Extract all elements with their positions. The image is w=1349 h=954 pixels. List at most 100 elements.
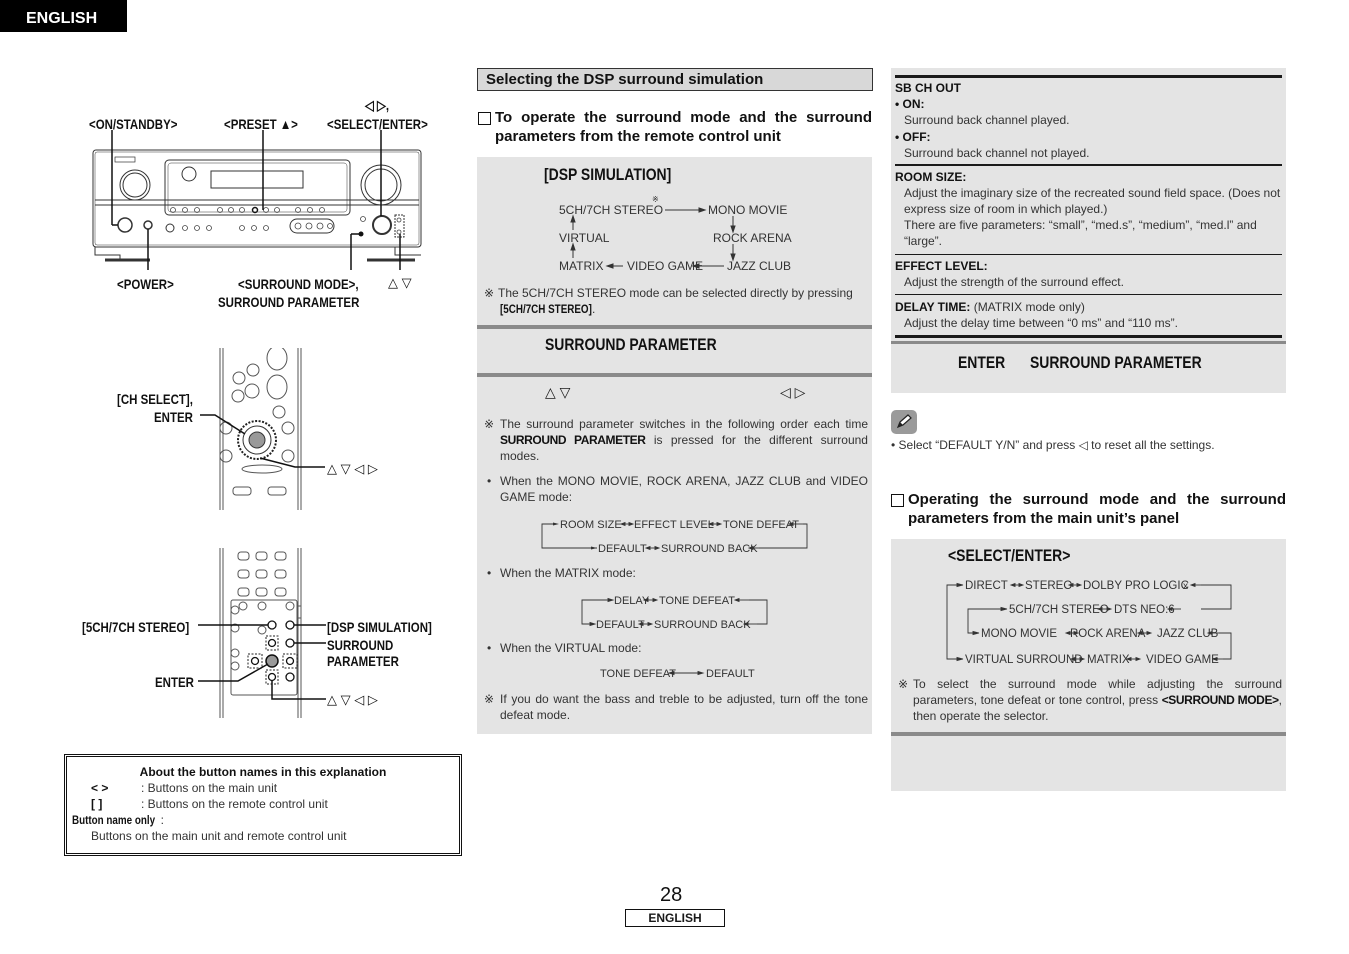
label-remote1-arrows: △ ▽ ◁ ▷ bbox=[327, 461, 378, 476]
button-names-info-box: About the button names in this explanati… bbox=[64, 754, 462, 856]
sb-ch-out-off-text: Surround back channel not played. bbox=[904, 146, 1090, 160]
info-row-remote-symbol: [ ] bbox=[91, 797, 103, 811]
stereo-note-mark: ※ bbox=[652, 195, 659, 204]
enter-box-title: SURROUND PARAMETER bbox=[1030, 353, 1202, 372]
label-surround: SURROUND bbox=[327, 637, 394, 653]
remote-control-illustration-bottom bbox=[198, 548, 326, 718]
dsp-simulation-box: [DSP SIMULATION] 5CH/7CH STEREO ※ MONO M… bbox=[477, 157, 872, 325]
sb-ch-out-title: SB CH OUT bbox=[895, 81, 961, 95]
footer-language: ENGLISH bbox=[625, 909, 725, 927]
delay-time-heading: DELAY TIME: (MATRIX mode only) bbox=[895, 299, 1085, 315]
note-mark-icon: ※ bbox=[484, 286, 495, 300]
checkbox-bullet-icon bbox=[891, 494, 904, 507]
param-surround-back: SURROUND BACK bbox=[654, 619, 751, 631]
main-unit-subhead-text: Operating the surround mode and the surr… bbox=[908, 491, 1286, 527]
divider bbox=[895, 335, 1282, 338]
reset-tip: • Select “DEFAULT Y/N” and press ◁ to re… bbox=[891, 438, 1215, 452]
label-remote2-enter: ENTER bbox=[155, 674, 194, 690]
language-tab-label: ENGLISH bbox=[26, 10, 98, 27]
surround-mode-note-button: <SURROUND MODE> bbox=[1161, 693, 1279, 707]
param-effect-level: EFFECT LEVEL bbox=[634, 519, 714, 531]
param-note-button: SURROUND PARAMETER bbox=[500, 433, 646, 447]
divider bbox=[895, 164, 1282, 166]
dsp-note-end: . bbox=[592, 302, 596, 316]
sb-ch-out-off-label: • OFF: bbox=[895, 130, 931, 144]
room-size-title: ROOM SIZE: bbox=[895, 170, 967, 184]
param-order-note: ※ The surround parameter switches in the… bbox=[484, 416, 868, 464]
delay-time-text: Adjust the delay time between “0 ms” and… bbox=[904, 316, 1178, 330]
main-unit-subhead: Operating the surround mode and the surr… bbox=[891, 490, 1286, 528]
bullet-mono-text: When the MONO MOVIE, ROCK ARENA, JAZZ CL… bbox=[500, 474, 868, 504]
dsp-simulation-title: [DSP SIMULATION] bbox=[544, 165, 672, 184]
info-button-name-only-text: Buttons on the main unit and remote cont… bbox=[91, 829, 347, 843]
left-right-arrows-icon: ◁ ▷ bbox=[780, 384, 806, 400]
mode-rock-arena: ROCK ARENA bbox=[1070, 628, 1146, 640]
bullet-icon: • bbox=[487, 566, 492, 580]
label-remote1-enter: ENTER bbox=[154, 409, 193, 425]
divider bbox=[895, 294, 1282, 295]
note-mark-icon: ※ bbox=[484, 417, 495, 431]
remote-subhead: To operate the surround mode and the sur… bbox=[478, 108, 872, 146]
dsp-note-text: The 5CH/7CH STEREO mode can be selected … bbox=[498, 286, 853, 300]
sb-ch-out-on-text: Surround back channel played. bbox=[904, 113, 1070, 127]
info-row-remote-text: : Buttons on the remote control unit bbox=[141, 797, 328, 811]
label-parameter: PARAMETER bbox=[327, 653, 399, 669]
param-tone-defeat: TONE DEFEAT bbox=[659, 595, 735, 607]
bullet-matrix: • When the MATRIX mode: bbox=[487, 565, 636, 581]
page-number: 28 bbox=[660, 884, 683, 906]
label-surround-mode: <SURROUND MODE>, bbox=[238, 276, 359, 292]
param-default: DEFAULT bbox=[596, 619, 645, 631]
bullet-matrix-text: When the MATRIX mode: bbox=[500, 566, 636, 580]
effect-level-title: EFFECT LEVEL: bbox=[895, 259, 988, 273]
bullet-icon: • bbox=[487, 474, 492, 488]
mode-jazz-club: JAZZ CLUB bbox=[727, 259, 791, 273]
select-enter-title: <SELECT/ENTER> bbox=[948, 546, 1071, 565]
label-surround-parameter: SURROUND PARAMETER bbox=[218, 294, 360, 310]
room-size-text: Adjust the imaginary size of the recreat… bbox=[904, 186, 1281, 216]
note-mark-icon: ※ bbox=[898, 677, 909, 691]
note-mark-icon: ※ bbox=[484, 692, 495, 706]
label-select-arrows: ◁ ▷, bbox=[365, 97, 390, 113]
receiver-front-panel-illustration bbox=[92, 130, 422, 270]
bullet-virtual: • When the VIRTUAL mode: bbox=[487, 640, 641, 656]
label-dsp-simulation: [DSP SIMULATION] bbox=[327, 619, 432, 635]
mode-dolby-suffix: x bbox=[1183, 581, 1188, 592]
main-unit-mode-cycle: DIRECT STEREO DOLBY PRO LOGIC x 5CH/7CH … bbox=[946, 580, 1232, 666]
mode-stereo: STEREO bbox=[1025, 580, 1072, 592]
sb-ch-out-on-label: • ON: bbox=[895, 97, 925, 111]
matrix-parameter-cycle: DELAY TONE DEFEAT DEFAULT SURROUND BACK bbox=[581, 595, 768, 631]
remote-subhead-text: To operate the surround mode and the sur… bbox=[495, 109, 872, 145]
enter-label: ENTER bbox=[958, 353, 1006, 372]
mono-modes-parameter-cycle: ROOM SIZE EFFECT LEVEL TONE DEFEAT DEFAU… bbox=[541, 519, 808, 555]
label-remote2-arrows: △ ▽ ◁ ▷ bbox=[327, 692, 378, 707]
select-enter-box: <SELECT/ENTER> DIRECT STEREO DOLBY PRO L… bbox=[891, 539, 1286, 732]
surround-mode-note: ※ To select the surround mode while adju… bbox=[898, 676, 1282, 724]
section-title-bar: Selecting the DSP surround simulation bbox=[477, 68, 873, 91]
mode-5ch-7ch-stereo: 5CH/7CH STEREO bbox=[559, 203, 663, 217]
dsp-note: ※ The 5CH/7CH STEREO mode can be selected… bbox=[484, 285, 868, 317]
mode-video-game: VIDEO GAME bbox=[1146, 654, 1219, 666]
language-tab: ENGLISH bbox=[0, 0, 127, 32]
mode-direct: DIRECT bbox=[965, 580, 1008, 592]
virtual-parameter-cycle: TONE DEFEAT DEFAULT bbox=[600, 668, 755, 680]
mode-rock-arena: ROCK ARENA bbox=[713, 231, 792, 245]
empty-gray-panel bbox=[891, 736, 1286, 791]
delay-time-title: DELAY TIME: bbox=[895, 300, 971, 314]
dsp-mode-cycle-diagram: 5CH/7CH STEREO ※ MONO MOVIE VIRTUAL ROCK… bbox=[559, 195, 792, 273]
label-up-down: △ ▽ bbox=[388, 275, 412, 290]
pencil-icon bbox=[891, 410, 917, 434]
parameter-descriptions-box: SB CH OUT • ON: Surround back channel pl… bbox=[891, 68, 1286, 341]
divider bbox=[895, 75, 1282, 78]
mode-dts-neo6: DTS NEO:6 bbox=[1114, 604, 1175, 616]
label-5ch-7ch-stereo: [5CH/7CH STEREO] bbox=[82, 619, 190, 635]
label-power: <POWER> bbox=[117, 276, 174, 292]
surround-parameter-box: SURROUND PARAMETER bbox=[477, 329, 872, 373]
remote-control-illustration-top bbox=[200, 348, 325, 510]
info-row-main-symbol: < > bbox=[91, 781, 109, 795]
bullet-mono-modes: • When the MONO MOVIE, ROCK ARENA, JAZZ … bbox=[487, 473, 868, 505]
param-default: DEFAULT bbox=[706, 668, 755, 680]
mode-jazz-club: JAZZ CLUB bbox=[1157, 628, 1219, 640]
mode-matrix: MATRIX bbox=[1087, 654, 1130, 666]
delay-time-qualifier: (MATRIX mode only) bbox=[970, 300, 1085, 314]
tone-defeat-note: ※ If you do want the bass and treble to … bbox=[484, 691, 868, 723]
